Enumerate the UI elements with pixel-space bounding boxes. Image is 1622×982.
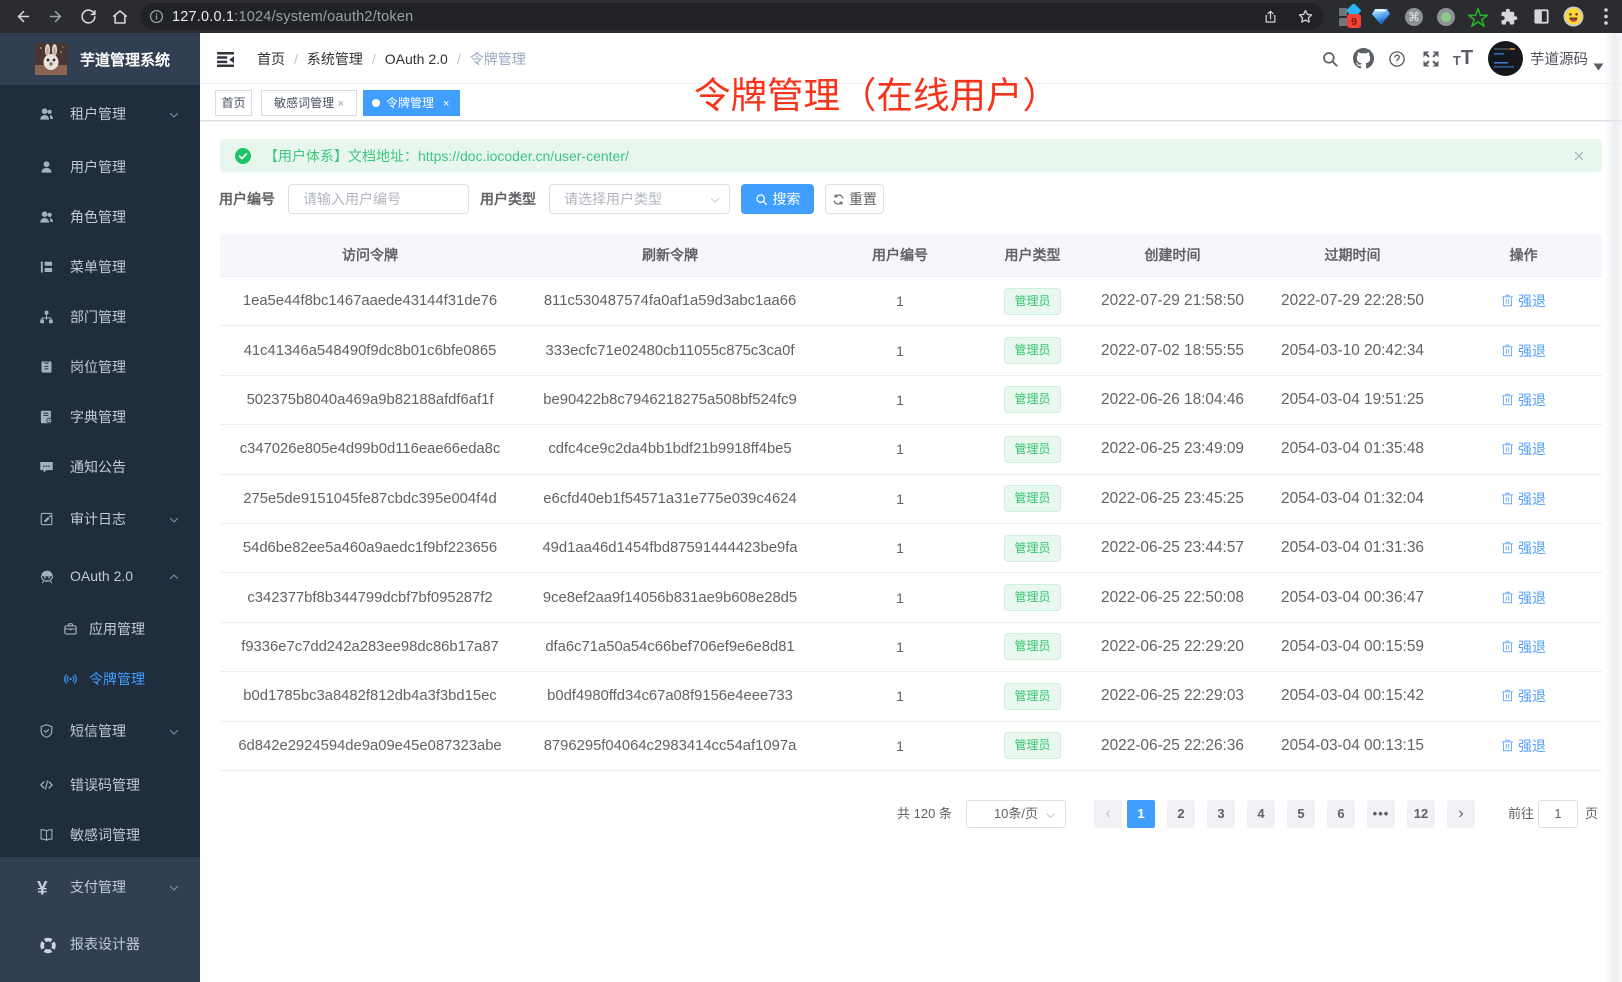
svg-text:⌘: ⌘ [1408, 10, 1420, 24]
svg-text:9: 9 [1351, 16, 1357, 28]
